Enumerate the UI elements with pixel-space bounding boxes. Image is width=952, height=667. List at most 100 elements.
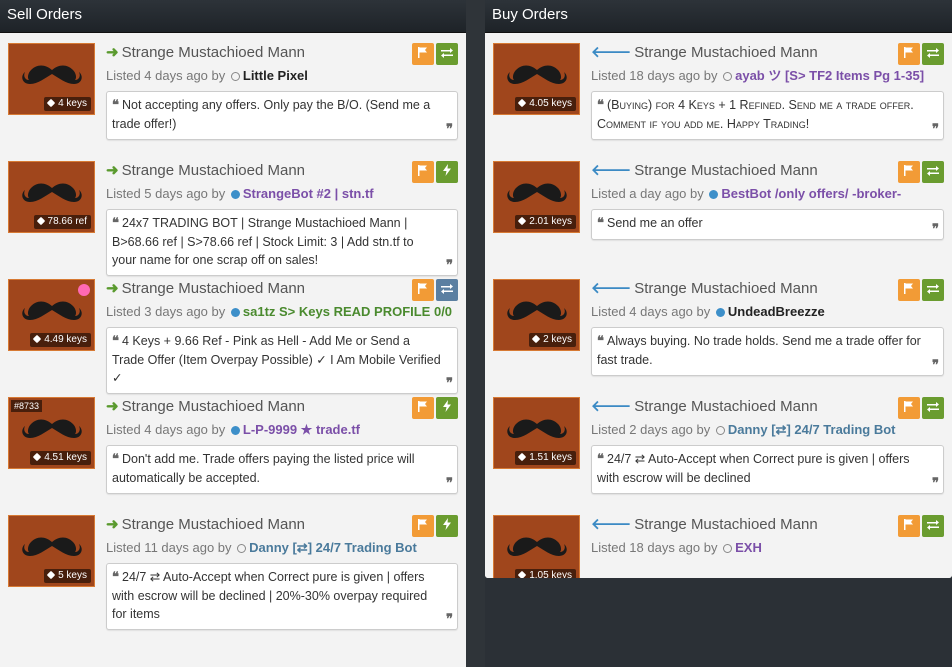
listing-row: 4.05 keys 🡐 Strange Mustachioed Mann List… [485, 41, 952, 159]
flag-icon [904, 283, 913, 294]
status-icon [715, 308, 725, 317]
item-title[interactable]: Strange Mustachioed Mann [122, 280, 305, 297]
flag-button[interactable] [412, 43, 434, 65]
item-title[interactable]: Strange Mustachioed Mann [122, 44, 305, 61]
trade-offer-button[interactable] [922, 397, 944, 419]
user-link[interactable]: UndeadBreezze [728, 304, 825, 319]
item-thumbnail[interactable]: 1.05 keys [493, 515, 580, 578]
price-value: 4.05 keys [529, 98, 572, 109]
trade-offer-button[interactable] [436, 279, 458, 301]
price-tag: 1.51 keys [515, 451, 576, 465]
mustache-icon [22, 301, 82, 320]
item-title[interactable]: Strange Mustachioed Mann [634, 398, 817, 415]
mustache-icon [507, 183, 567, 202]
user-link[interactable]: sa1tz S> Keys READ PROFILE 0/0 [243, 304, 452, 319]
price-value: 4 keys [58, 98, 87, 109]
item-thumbnail[interactable]: 5 keys [8, 515, 95, 587]
price-tag-icon [32, 452, 42, 462]
item-thumbnail[interactable]: 2 keys [493, 279, 580, 351]
listed-time: Listed 2 days ago by [591, 422, 711, 437]
listing-comment: ❝ 24/7 ⇄ Auto-Accept when Correct pure is… [591, 445, 944, 494]
listing-row: 2.01 keys 🡐 Strange Mustachioed Mann List… [485, 159, 952, 277]
buy-orders-panel: Buy Orders 4.05 keys 🡐 Strange Mustachioe… [485, 0, 952, 578]
flag-button[interactable] [412, 515, 434, 537]
listing-row: 1.05 keys 🡐 Strange Mustachioed Mann List… [485, 513, 952, 578]
item-title[interactable]: Strange Mustachioed Mann [122, 516, 305, 533]
user-link[interactable]: Little Pixel [243, 68, 308, 83]
item-title[interactable]: Strange Mustachioed Mann [122, 162, 305, 179]
user-link[interactable]: EXH [735, 540, 762, 555]
item-thumbnail[interactable]: 1.51 keys [493, 397, 580, 469]
listing-meta: Listed 11 days ago by Danny [⇄] 24/7 Tra… [106, 537, 458, 559]
flag-button[interactable] [898, 515, 920, 537]
item-thumbnail[interactable]: 4.05 keys [493, 43, 580, 115]
listing-meta: Listed 18 days ago by EXH [591, 537, 944, 559]
trade-offer-button[interactable] [922, 161, 944, 183]
flag-button[interactable] [898, 43, 920, 65]
user-link[interactable]: Danny [⇄] 24/7 Trading Bot [249, 540, 417, 555]
user-link[interactable]: ayab ツ [S> TF2 Items Pg 1-35] [735, 68, 924, 83]
price-tag: 4.05 keys [515, 97, 576, 111]
instant-trade-button[interactable] [436, 515, 458, 537]
comment-text: Always buying. No trade holds. Send me a… [597, 334, 921, 367]
item-thumbnail[interactable]: 2.01 keys [493, 161, 580, 233]
trade-offer-button[interactable] [922, 279, 944, 301]
instant-trade-button[interactable] [436, 161, 458, 183]
listing-comment: ❝ Send me an offer ❞ [591, 209, 944, 240]
price-value: 78.66 ref [47, 216, 87, 227]
listing-row: 2 keys 🡐 Strange Mustachioed Mann Listed … [485, 277, 952, 395]
item-title[interactable]: Strange Mustachioed Mann [122, 398, 305, 415]
arrow-right-icon: ➜ [106, 280, 119, 297]
exchange-icon [927, 520, 939, 530]
item-thumbnail[interactable]: 4 keys [8, 43, 95, 115]
flag-icon [418, 401, 427, 412]
lightning-icon [443, 518, 451, 530]
exchange-icon [441, 48, 453, 58]
listing-meta: Listed 2 days ago by Danny [⇄] 24/7 Trad… [591, 419, 944, 441]
panel-heading: Sell Orders [0, 0, 466, 33]
lightning-icon [443, 164, 451, 176]
quote-open-icon: ❝ [112, 334, 119, 349]
price-tag: 1.05 keys [515, 569, 576, 578]
trade-offer-button[interactable] [436, 43, 458, 65]
listed-time: Listed 11 days ago by [106, 540, 232, 555]
price-value: 5 keys [58, 570, 87, 581]
quote-open-icon: ❝ [112, 452, 119, 467]
status-icon [230, 426, 240, 435]
price-tag-icon [517, 452, 527, 462]
status-icon [723, 544, 733, 553]
item-title[interactable]: Strange Mustachioed Mann [634, 162, 817, 179]
flag-button[interactable] [412, 279, 434, 301]
item-title[interactable]: Strange Mustachioed Mann [634, 280, 817, 297]
item-title[interactable]: Strange Mustachioed Mann [634, 516, 817, 533]
mustache-icon [22, 65, 82, 84]
user-link[interactable]: StrangeBot #2 | stn.tf [243, 186, 374, 201]
exchange-icon [927, 48, 939, 58]
price-tag-icon [46, 98, 56, 108]
trade-offer-button[interactable] [922, 43, 944, 65]
item-thumbnail[interactable]: 4.49 keys [8, 279, 95, 351]
listing-comment: ❝ Don't add me. Trade offers paying the l… [106, 445, 458, 494]
flag-icon [904, 47, 913, 58]
user-link[interactable]: L-P-9999 ★ trade.tf [243, 422, 360, 437]
flag-button[interactable] [898, 397, 920, 419]
arrow-left-icon: 🡐 [591, 280, 632, 297]
user-link[interactable]: Danny [⇄] 24/7 Trading Bot [728, 422, 896, 437]
panel-gap [466, 0, 485, 667]
flag-button[interactable] [898, 279, 920, 301]
flag-button[interactable] [898, 161, 920, 183]
flag-button[interactable] [412, 397, 434, 419]
price-tag-icon [517, 216, 527, 226]
mustache-icon [507, 537, 567, 556]
item-title[interactable]: Strange Mustachioed Mann [634, 44, 817, 61]
listing-row: 78.66 ref ➜ Strange Mustachioed Mann List… [0, 159, 466, 277]
quote-open-icon: ❝ [597, 98, 604, 113]
item-thumbnail[interactable]: #8733 4.51 keys [8, 397, 95, 469]
instant-trade-button[interactable] [436, 397, 458, 419]
arrow-right-icon: ➜ [106, 162, 119, 179]
trade-offer-button[interactable] [922, 515, 944, 537]
user-link[interactable]: BestBot /only offers/ -broker- [721, 186, 901, 201]
item-thumbnail[interactable]: 78.66 ref [8, 161, 95, 233]
quote-close-icon: ❞ [932, 222, 939, 237]
flag-button[interactable] [412, 161, 434, 183]
